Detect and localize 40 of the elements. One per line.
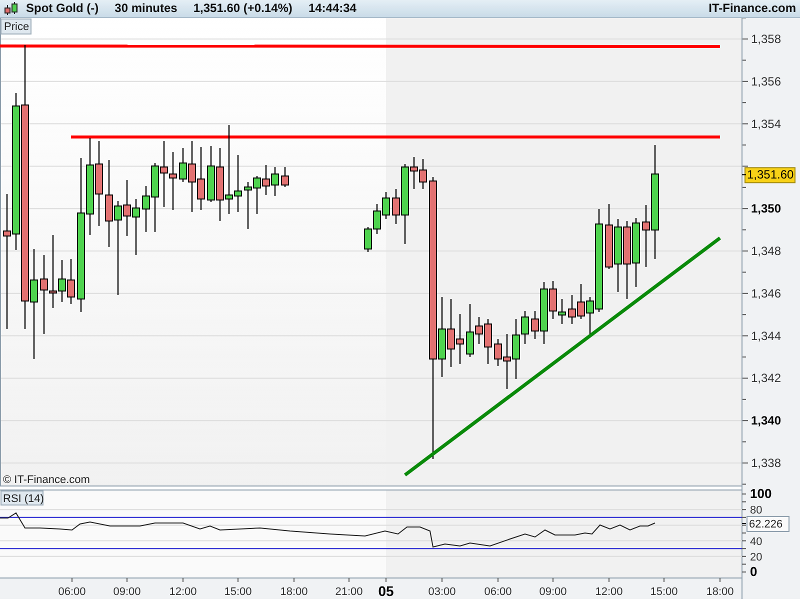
axis-label: 1,338 — [751, 456, 782, 470]
price-quote: 1,351.60 (+0.14%) — [193, 0, 292, 17]
current-value-tag: 62.226 — [746, 516, 790, 532]
candlestick-icon — [4, 2, 18, 16]
axis-label: 09:00 — [113, 586, 141, 598]
axis-label: 21:00 — [335, 586, 363, 598]
axis-label: 12:00 — [169, 586, 197, 598]
instrument-title: Spot Gold (-) — [26, 0, 99, 17]
panel-label: Price — [0, 18, 32, 34]
time-label: 14:44:34 — [308, 0, 356, 17]
axis-label: 03:00 — [428, 586, 456, 598]
axis-label: 0 — [750, 564, 758, 579]
axis-label: 1,350 — [751, 202, 782, 216]
axis-label: 1,356 — [751, 74, 782, 88]
current-price-tag: 1,351.60 — [744, 167, 796, 184]
axis-label: 80 — [750, 504, 762, 517]
axis-label: 18:00 — [706, 586, 734, 598]
axis-label: 40 — [750, 536, 762, 548]
axis-label: 15:00 — [650, 586, 678, 598]
axis-label: 15:00 — [224, 586, 252, 598]
axis-label: 09:00 — [539, 586, 567, 598]
axis-label: 1,344 — [751, 328, 782, 343]
axis-label: 1,354 — [751, 116, 782, 131]
candlestick — [281, 167, 289, 187]
brand-label: IT-Finance.com — [708, 0, 796, 17]
axis-label: 100 — [750, 486, 772, 501]
axis-label: 1,340 — [751, 414, 782, 428]
axis-label: 12:00 — [595, 586, 623, 598]
axis-label: 1,348 — [751, 244, 782, 258]
copyright-text: © IT-Finance.com — [3, 474, 90, 486]
axis-label: 05 — [378, 583, 394, 599]
panel-label: RSI (14) — [0, 490, 44, 506]
axis-label: 06:00 — [58, 586, 86, 598]
interval-label: 30 minutes — [114, 0, 178, 17]
axis-label: 1,346 — [751, 286, 782, 300]
axis-label: 1,342 — [751, 371, 782, 386]
axis-label: 1,358 — [751, 32, 782, 46]
axis-label: 20 — [750, 551, 762, 564]
axis-label: 06:00 — [484, 586, 512, 598]
axis-label: 18:00 — [280, 586, 308, 598]
